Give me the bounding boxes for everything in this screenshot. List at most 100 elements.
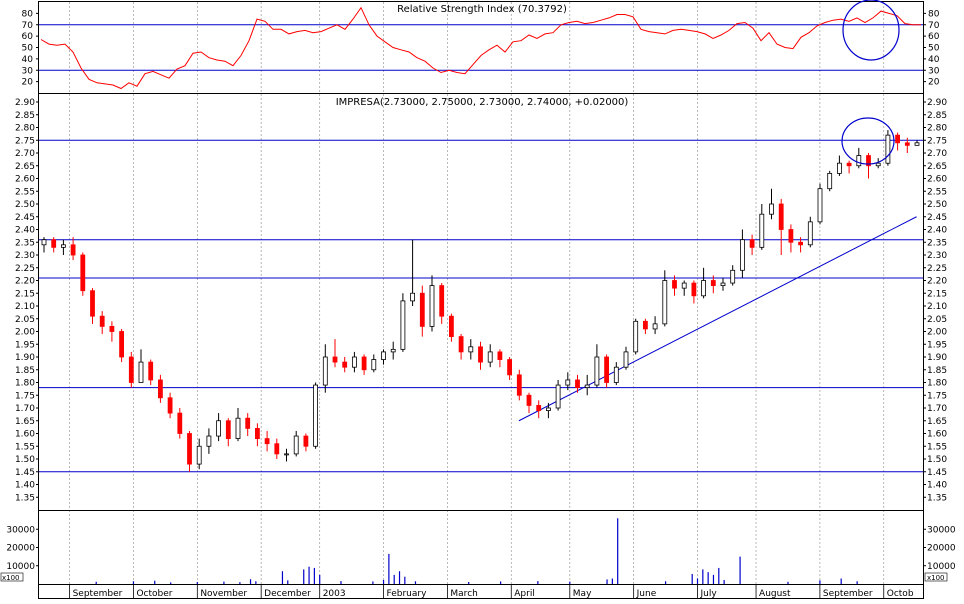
stock-chart: 20 20 30 30 40 40 50 50 60 60 70 70 80 80 1.35 1.35 1.40…	[0, 0, 964, 599]
candle-body	[720, 282, 726, 286]
rsi-ytick-label-right: 80	[928, 9, 940, 19]
price-ytick-label-left: 2.50	[15, 200, 35, 210]
price-ytick-label-right: 2.00	[927, 328, 947, 338]
price-ytick-label-left: 2.40	[15, 226, 35, 236]
candle-body	[633, 320, 639, 353]
candle-body	[594, 356, 600, 386]
price-ytick-label-left: 1.40	[15, 481, 35, 491]
candle-body	[565, 379, 571, 386]
price-ytick-label-right: 1.60	[927, 430, 947, 440]
price-title: IMPRESA(2.73000, 2.75000, 2.73000, 2.740…	[336, 97, 629, 108]
price-ytick-label-right: 2.65	[927, 162, 947, 172]
candle-body	[691, 282, 697, 297]
price-ytick-label-right: 2.75	[927, 136, 947, 146]
price-ytick-label-left: 2.20	[15, 277, 35, 287]
price-ytick-label-right: 2.30	[927, 251, 947, 261]
candle-body	[235, 417, 241, 440]
volume-ytick-label-left: 10000	[6, 562, 35, 572]
candle-body	[487, 351, 493, 363]
candle-body	[225, 420, 231, 440]
price-ytick-label-left: 1.85	[15, 366, 35, 376]
candle-body	[342, 361, 348, 368]
candle-body	[177, 412, 183, 434]
candle-body	[837, 162, 842, 174]
price-ytick-label-right: 1.70	[927, 404, 947, 414]
candle-body	[846, 162, 852, 167]
price-ytick-label-left: 2.10	[15, 302, 35, 312]
price-ytick-label-right: 2.35	[927, 238, 947, 248]
rsi-title: Relative Strength Index (70.3792)	[397, 4, 567, 15]
price-ytick-label-right: 2.60	[927, 175, 947, 185]
candle-body	[536, 405, 542, 411]
candle-body	[584, 384, 590, 388]
price-ytick-label-left: 2.90	[15, 98, 35, 108]
month-label: September	[73, 589, 123, 599]
rsi-ytick-label-left: 40	[22, 55, 34, 65]
price-ytick-label-left: 2.45	[15, 213, 35, 223]
candle-body	[710, 280, 716, 286]
candle-body	[293, 435, 299, 455]
candle-body	[148, 361, 154, 381]
candle-body	[798, 241, 803, 246]
candle-body	[119, 331, 124, 358]
candle-body	[99, 315, 105, 327]
price-ytick-label-right: 2.40	[927, 226, 947, 236]
candle-body	[516, 374, 522, 396]
rsi-ytick-label-left: 80	[22, 9, 34, 19]
price-ytick-label-left: 2.60	[15, 175, 35, 185]
candle-body	[90, 290, 95, 317]
price-ytick-label-left: 1.80	[15, 379, 35, 389]
candle-body	[672, 280, 677, 289]
candle-body	[371, 359, 377, 371]
candle-body	[254, 427, 260, 439]
candle-body	[361, 356, 367, 371]
candle-body	[303, 435, 309, 447]
price-ytick-label-right: 2.20	[927, 277, 947, 287]
candle-body	[507, 359, 513, 376]
price-ytick-label-right: 2.15	[927, 289, 947, 299]
candle-body	[623, 351, 629, 368]
candle-body	[216, 420, 222, 437]
rsi-ytick-label-left: 60	[22, 32, 34, 42]
price-ytick-label-right: 2.05	[927, 315, 947, 325]
candle-body	[381, 351, 386, 360]
candle-body	[904, 142, 910, 146]
price-ytick-label-left: 1.70	[15, 404, 35, 414]
price-ytick-label-right: 2.85	[927, 111, 947, 121]
candle-body	[643, 320, 648, 330]
candle-body	[419, 292, 425, 327]
candle-body	[429, 285, 435, 327]
price-ytick-label-right: 2.10	[927, 302, 947, 312]
candle-body	[332, 356, 338, 363]
candle-body	[313, 384, 319, 447]
price-ytick-label-left: 2.80	[15, 124, 35, 134]
candle-body	[410, 292, 416, 302]
candle-body	[730, 269, 736, 284]
price-ytick-label-left: 1.55	[15, 442, 35, 452]
price-ytick-label-right: 1.75	[927, 391, 947, 401]
month-label: June	[636, 589, 657, 599]
month-label: September	[823, 589, 873, 599]
candle-body	[788, 229, 794, 243]
price-ytick-label-left: 2.70	[15, 149, 35, 159]
price-ytick-label-left: 2.25	[15, 264, 35, 274]
candle-body	[351, 356, 357, 368]
rsi-ytick-label-right: 30	[928, 66, 940, 76]
month-label: August	[759, 589, 791, 599]
candle-body	[613, 366, 619, 383]
candle-body	[604, 356, 609, 383]
price-ytick-label-right: 1.65	[927, 417, 947, 427]
candle-body	[546, 407, 551, 411]
price-ytick-label-left: 1.75	[15, 391, 35, 401]
candle-body	[448, 315, 454, 338]
rsi-ytick-label-right: 40	[928, 55, 940, 65]
candle-body	[701, 280, 706, 297]
rsi-ytick-label-left: 30	[22, 66, 34, 76]
month-label: December	[264, 589, 311, 599]
price-ytick-label-left: 2.75	[15, 136, 35, 146]
volume-ytick-label-right: 10000	[927, 562, 956, 572]
rsi-ytick-label-right: 60	[928, 32, 940, 42]
price-ytick-label-left: 2.35	[15, 238, 35, 248]
price-ytick-label-right: 2.45	[927, 213, 947, 223]
candle-body	[157, 379, 163, 399]
